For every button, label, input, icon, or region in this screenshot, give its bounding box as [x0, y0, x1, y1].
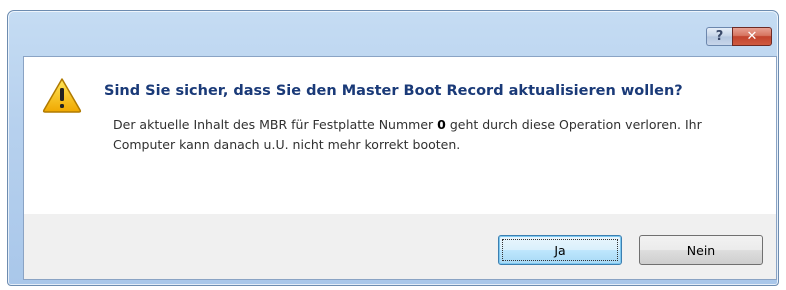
warning-icon	[42, 78, 82, 113]
yes-button[interactable]: Ja	[498, 235, 622, 265]
close-icon: ✕	[746, 29, 758, 44]
help-icon: ?	[715, 29, 724, 44]
dialog-heading: Sind Sie sicher, dass Sie den Master Boo…	[104, 83, 683, 99]
dialog-window: ? ✕ Sind Sie sicher, dass Sie den Master…	[7, 10, 779, 286]
focus-rectangle	[502, 239, 618, 261]
no-button[interactable]: Nein	[639, 235, 763, 265]
help-button[interactable]: ?	[706, 27, 732, 46]
message-area: Sind Sie sicher, dass Sie den Master Boo…	[24, 57, 776, 214]
dialog-description: Der aktuelle Inhalt des MBR für Festplat…	[113, 115, 753, 155]
dialog-client-area: Sind Sie sicher, dass Sie den Master Boo…	[23, 56, 777, 280]
disk-number: 0	[437, 117, 446, 132]
description-part-1: Der aktuelle Inhalt des MBR für Festplat…	[113, 117, 438, 132]
no-button-label: Nein	[686, 242, 716, 258]
close-button[interactable]: ✕	[732, 27, 772, 46]
caption-buttons: ? ✕	[706, 27, 772, 46]
